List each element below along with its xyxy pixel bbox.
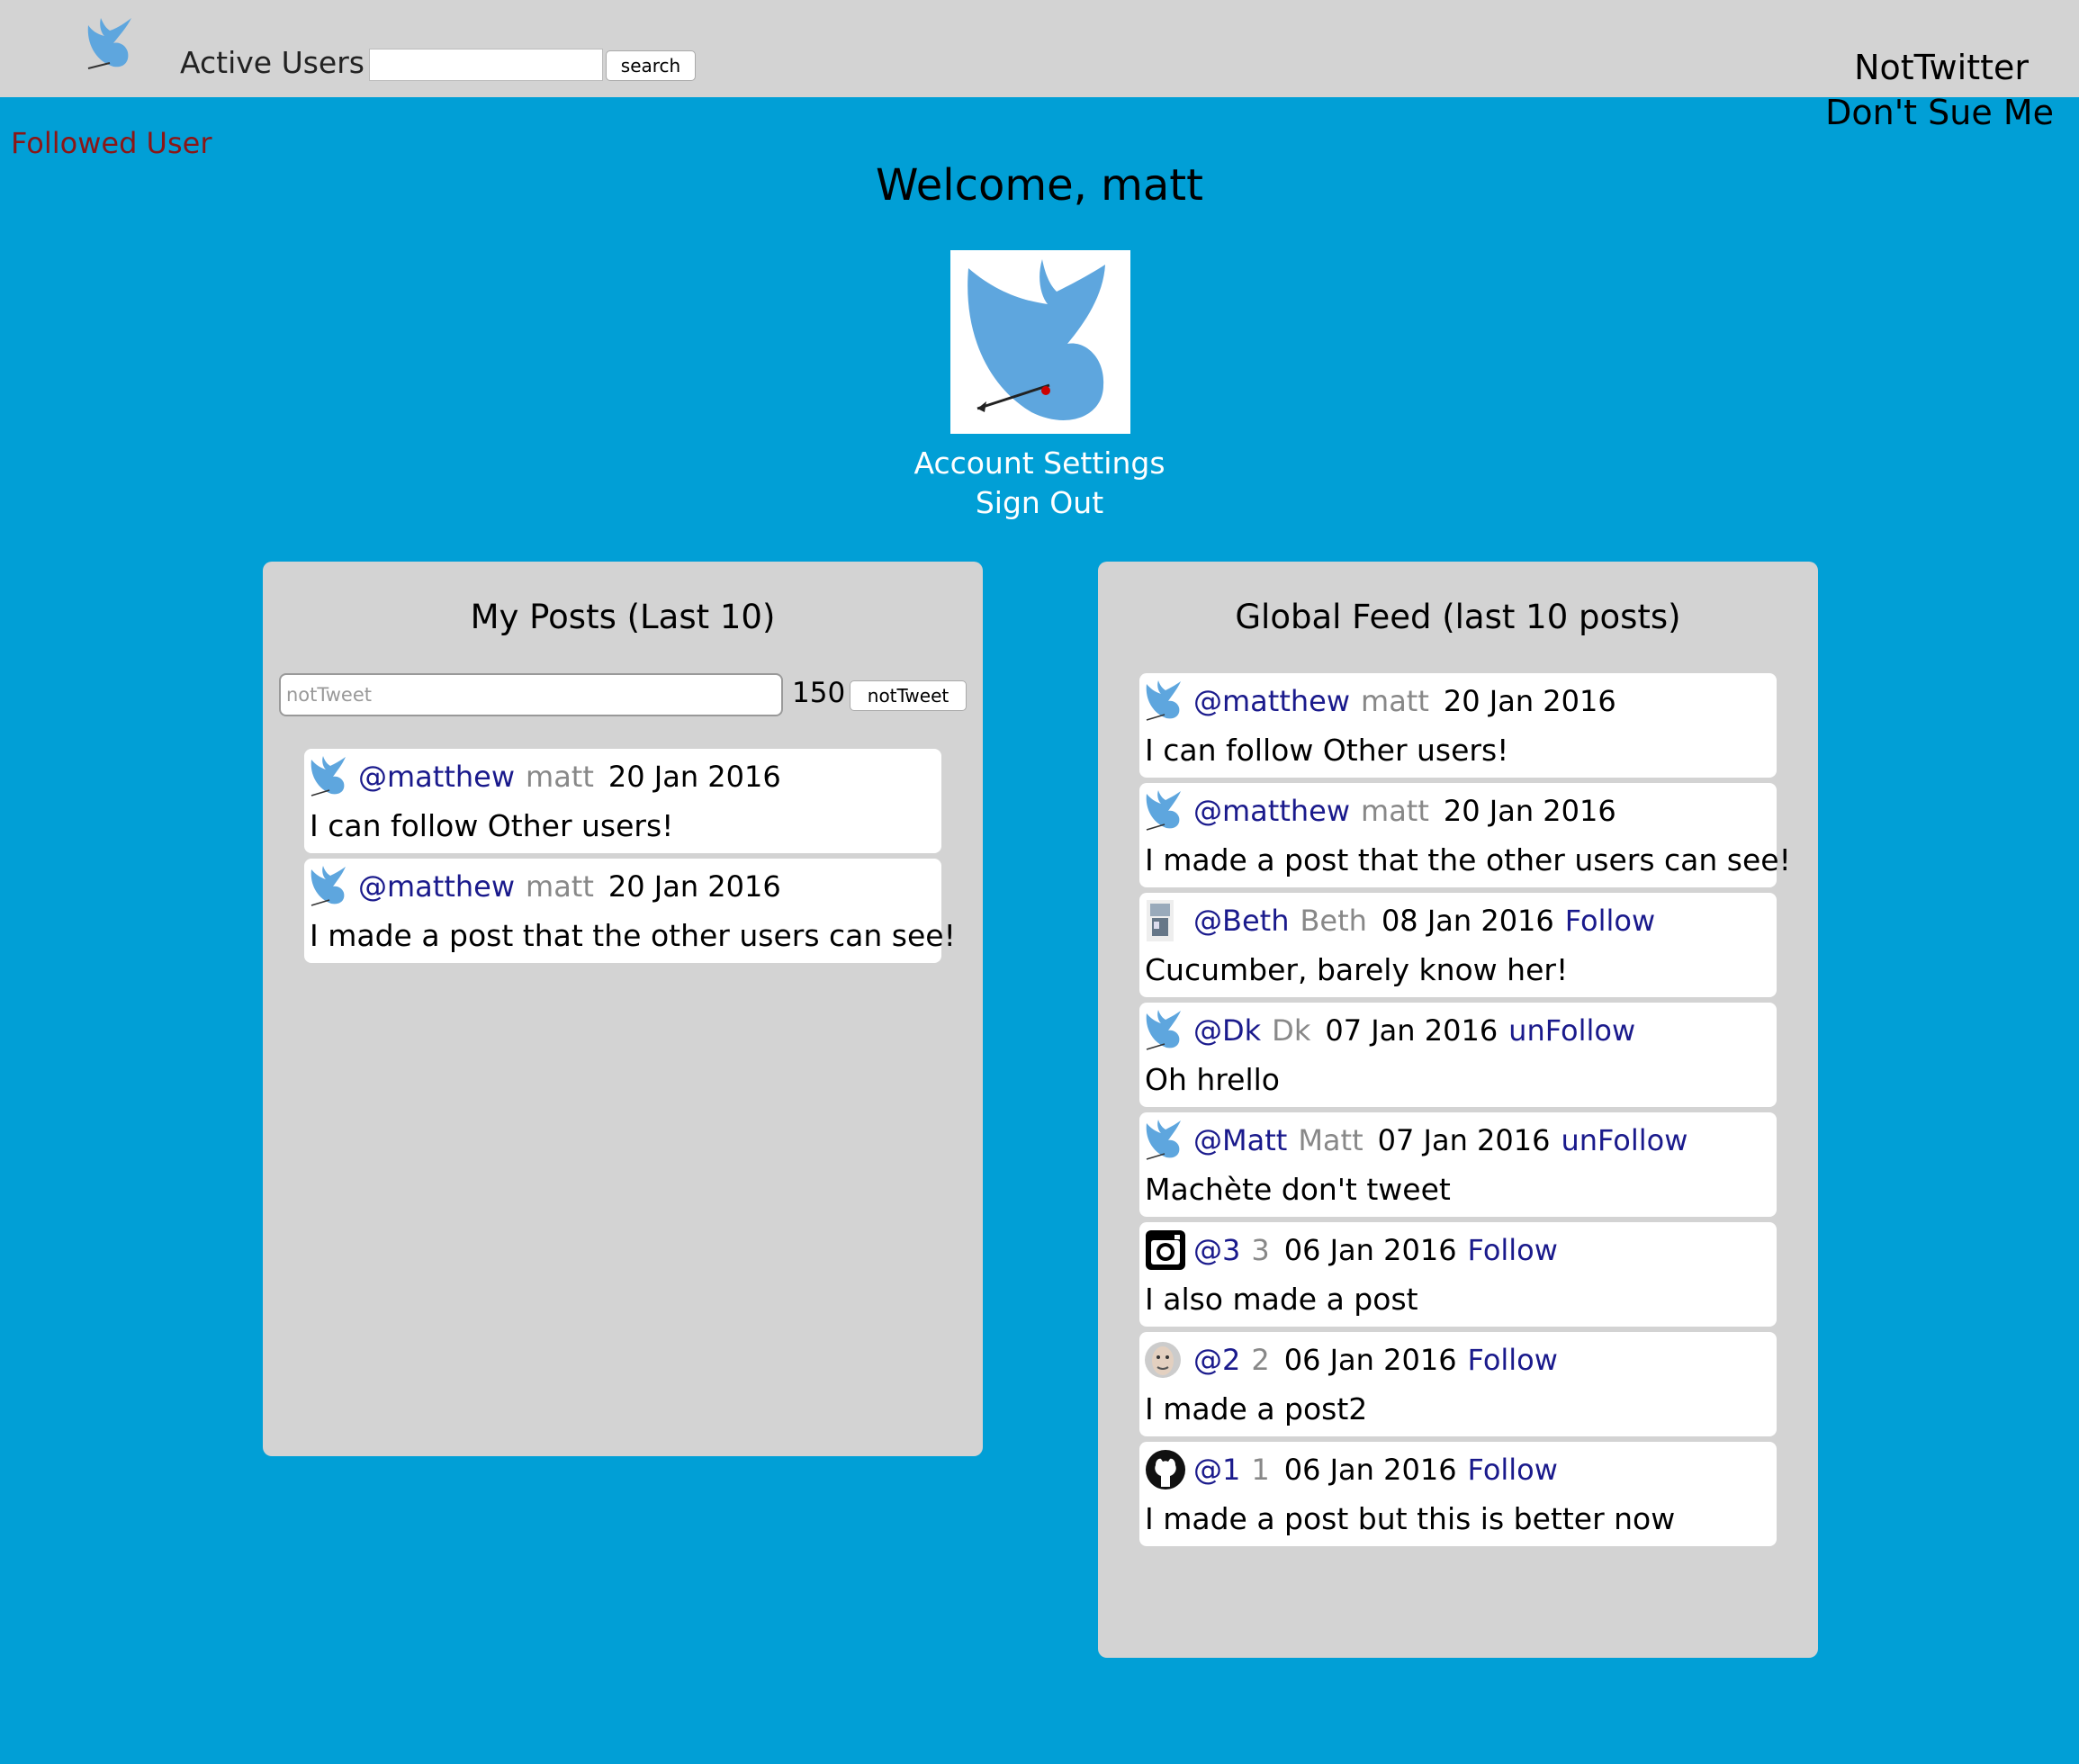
- profile-links: Account Settings Sign Out: [0, 444, 2079, 523]
- post-header: @matthew matt 20 Jan 2016: [1139, 679, 1616, 724]
- post-header: @matthew matt 20 Jan 2016: [1139, 788, 1616, 833]
- nottweet-input[interactable]: [279, 673, 783, 716]
- post-card: @3 3 06 Jan 2016 Follow I also made a post: [1139, 1222, 1777, 1327]
- post-text: I can follow Other users!: [310, 808, 674, 843]
- post-author-name: 3: [1251, 1233, 1270, 1267]
- post-handle-link[interactable]: @Matt: [1193, 1123, 1287, 1157]
- github-icon: [1143, 1447, 1188, 1492]
- face-avatar-icon: [1143, 1337, 1188, 1382]
- my-posts-title: My Posts (Last 10): [470, 598, 776, 636]
- post-handle-link[interactable]: @Beth: [1193, 904, 1289, 938]
- post-handle-link[interactable]: @matthew: [1193, 684, 1350, 718]
- brand: NotTwitter Don't Sue Me: [1825, 45, 2054, 135]
- follow-link[interactable]: Follow: [1468, 1453, 1558, 1487]
- post-author-name: matt: [1361, 794, 1429, 828]
- bird-logo-icon[interactable]: [83, 16, 137, 74]
- post-header: @Beth Beth 08 Jan 2016 Follow: [1139, 898, 1655, 943]
- post-header: @matthew matt 20 Jan 2016: [304, 754, 781, 799]
- post-author-name: Beth: [1300, 904, 1367, 938]
- bird-icon: [1143, 788, 1188, 833]
- post-date: 07 Jan 2016: [1325, 1013, 1498, 1048]
- post-date: 20 Jan 2016: [608, 760, 781, 794]
- search-button[interactable]: search: [606, 50, 696, 81]
- bird-icon: [308, 754, 353, 799]
- post-author-name: 2: [1251, 1343, 1270, 1377]
- post-date: 06 Jan 2016: [1283, 1453, 1457, 1487]
- post-handle-link[interactable]: @matthew: [358, 760, 515, 794]
- account-settings-link[interactable]: Account Settings: [0, 444, 2079, 483]
- post-handle-link[interactable]: @2: [1193, 1343, 1240, 1377]
- post-header: @2 2 06 Jan 2016 Follow: [1139, 1337, 1558, 1382]
- post-author-name: matt: [526, 869, 594, 904]
- post-handle-link[interactable]: @matthew: [358, 869, 515, 904]
- post-header: @matthew matt 20 Jan 2016: [304, 864, 781, 909]
- bird-icon: [1143, 679, 1188, 724]
- post-handle-link[interactable]: @matthew: [1193, 794, 1350, 828]
- post-card: @1 1 06 Jan 2016 Follow I made a post but th…: [1139, 1442, 1777, 1546]
- post-text: I made a post but this is better now: [1145, 1501, 1676, 1536]
- post-card: @2 2 06 Jan 2016 Follow I made a post2: [1139, 1332, 1777, 1436]
- post-text: I made a post2: [1145, 1391, 1368, 1426]
- bird-icon: [1143, 1008, 1188, 1053]
- post-author-name: Dk: [1272, 1013, 1311, 1048]
- post-text: I made a post that the other users can s…: [310, 918, 956, 953]
- post-date: 07 Jan 2016: [1377, 1123, 1551, 1157]
- instagram-icon: [1143, 1228, 1188, 1273]
- post-text: I made a post that the other users can s…: [1145, 842, 1791, 878]
- post-date: 20 Jan 2016: [1443, 684, 1616, 718]
- post-header: @Matt Matt 07 Jan 2016 unFollow: [1139, 1118, 1688, 1163]
- follow-link[interactable]: Follow: [1468, 1233, 1558, 1267]
- char-counter: 150: [792, 677, 846, 709]
- brand-title: NotTwitter: [1854, 48, 2029, 87]
- follow-link[interactable]: Follow: [1565, 904, 1655, 938]
- bird-avatar-icon: [968, 259, 1105, 420]
- unfollow-link[interactable]: unFollow: [1508, 1013, 1635, 1048]
- post-card: @Matt Matt 07 Jan 2016 unFollow Machète don'…: [1139, 1112, 1777, 1217]
- follow-link[interactable]: Follow: [1468, 1343, 1558, 1377]
- profile-avatar: [950, 250, 1130, 434]
- top-nav-bar: Active Users search NotTwitter Don't Sue…: [0, 0, 2079, 132]
- post-text: Cucumber, barely know her!: [1145, 952, 1569, 987]
- post-header: @Dk Dk 07 Jan 2016 unFollow: [1139, 1008, 1635, 1053]
- bird-icon: [1143, 1118, 1188, 1163]
- post-date: 20 Jan 2016: [1443, 794, 1616, 828]
- post-author-name: Matt: [1298, 1123, 1364, 1157]
- bird-icon: [308, 864, 353, 909]
- post-text: Oh hrello: [1145, 1062, 1280, 1097]
- brand-tagline: Don't Sue Me: [1825, 93, 2054, 132]
- flash-message: Followed User: [11, 126, 212, 160]
- global-feed-panel: Global Feed (last 10 posts) @matthew matt…: [1098, 562, 1818, 1658]
- my-posts-panel: My Posts (Last 10) 150 notTweet @matthew…: [263, 562, 983, 1456]
- post-header: @1 1 06 Jan 2016 Follow: [1139, 1447, 1558, 1492]
- post-card: @Dk Dk 07 Jan 2016 unFollow Oh hrello: [1139, 1003, 1777, 1107]
- post-card: @matthew matt 20 Jan 2016 I made a post tha…: [1139, 783, 1791, 887]
- post-author-name: matt: [1361, 684, 1429, 718]
- post-date: 20 Jan 2016: [608, 869, 781, 904]
- unfollow-link[interactable]: unFollow: [1561, 1123, 1688, 1157]
- post-handle-link[interactable]: @1: [1193, 1453, 1240, 1487]
- post-author-name: matt: [526, 760, 594, 794]
- global-feed-title: Global Feed (last 10 posts): [1235, 598, 1681, 636]
- post-author-name: 1: [1251, 1453, 1270, 1487]
- sign-out-link[interactable]: Sign Out: [0, 483, 2079, 523]
- post-date: 06 Jan 2016: [1283, 1343, 1457, 1377]
- post-card: @matthew matt 20 Jan 2016 I can follow Othe…: [1139, 673, 1777, 778]
- post-card: @matthew matt 20 Jan 2016 I can follow Othe…: [304, 749, 941, 853]
- post-handle-link[interactable]: @Dk: [1193, 1013, 1261, 1048]
- post-handle-link[interactable]: @3: [1193, 1233, 1240, 1267]
- post-card: @Beth Beth 08 Jan 2016 Follow Cucumber, bare…: [1139, 893, 1777, 997]
- post-text: I can follow Other users!: [1145, 733, 1509, 768]
- post-date: 06 Jan 2016: [1283, 1233, 1457, 1267]
- user-search-input[interactable]: [369, 49, 603, 81]
- active-users-link[interactable]: Active Users: [180, 45, 364, 80]
- post-text: I also made a post: [1145, 1282, 1418, 1317]
- nottweet-submit-button[interactable]: notTweet: [850, 680, 967, 711]
- post-text: Machète don't tweet: [1145, 1172, 1451, 1207]
- post-header: @3 3 06 Jan 2016 Follow: [1139, 1228, 1558, 1273]
- post-date: 08 Jan 2016: [1381, 904, 1554, 938]
- welcome-heading: Welcome, matt: [876, 160, 1203, 211]
- post-card: @matthew matt 20 Jan 2016 I made a post tha…: [304, 859, 956, 963]
- photo-avatar-icon: [1143, 898, 1188, 943]
